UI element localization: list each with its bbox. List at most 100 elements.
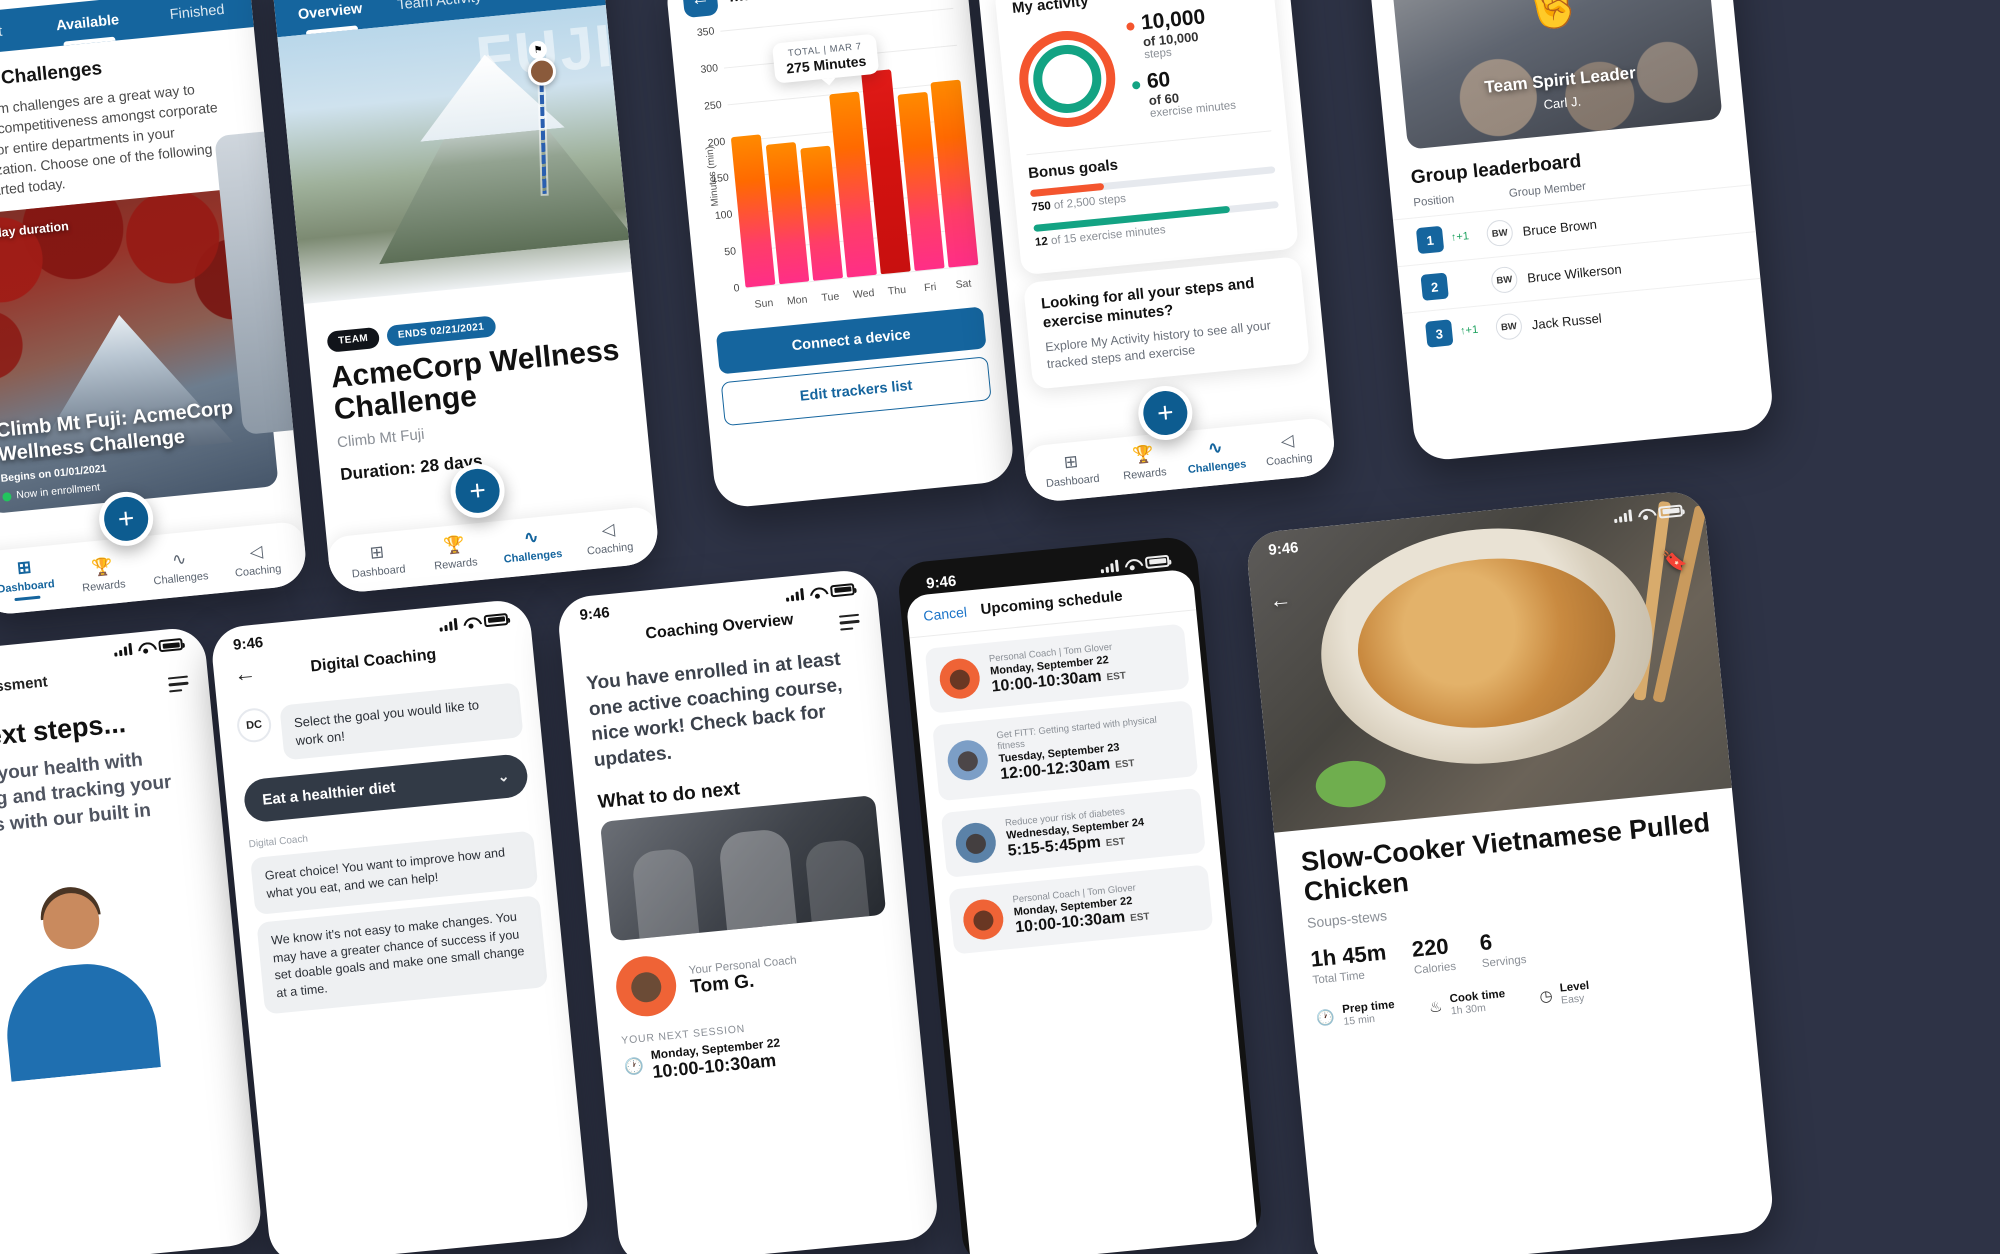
status-time: 9:46 [232,634,264,654]
person-shape [630,846,699,939]
illustration [0,862,224,1089]
x-axis-tick: Sat [955,277,972,291]
avatar [937,656,982,701]
activity-bar-chart: Minutes (min) 0 50 100 150 200 250 300 350 Sun M… [674,1,990,328]
menu-icon[interactable] [167,675,190,697]
avatar: BW [1490,265,1519,295]
trophy-icon: 🏆 [90,556,114,578]
status-icons [785,582,855,602]
flame-icon: ♨ [1428,998,1444,1017]
back-icon[interactable]: ← [681,0,719,19]
battery-icon [1658,503,1684,519]
person-shape [717,827,797,930]
tabbar-item-dashboard[interactable]: ⊞ Dashboard [1038,449,1105,490]
tabbar-item-coaching[interactable]: ◁ Coaching [1255,428,1322,469]
list-item[interactable]: Personal Coach | Tom Glover Monday, Sept… [924,623,1190,714]
metric-exercise: 60 of 60 exercise minutes [1131,63,1237,122]
tabbar-label: Challenges [1187,458,1247,477]
y-axis-tick: 300 [699,62,719,76]
torso-shape [0,957,161,1082]
trophy-icon: 🏆 [1131,444,1155,466]
tabbar-item-challenges[interactable]: ∿ Challenges [496,525,567,566]
coach-reply-2: We know it's not easy to make changes. Y… [256,895,549,1015]
schedule-sheet: Cancel Upcoming schedule Personal Coach … [905,568,1261,1254]
y-axis-tick: 250 [703,98,723,113]
avatar: DC [235,706,273,744]
tabbar-item-challenges[interactable]: ∿ Challenges [1183,435,1250,476]
rock-hand-icon: 🤘 [1518,0,1587,33]
section-body: Our team challenges are a great way to i… [0,81,229,202]
tabbar-item-rewards[interactable]: 🏆 Rewards [1110,442,1177,483]
back-icon[interactable]: ← [1268,586,1292,614]
activity-rings [1014,26,1120,132]
body-text: Improve your health with Coaching and tr… [0,749,173,844]
substat-level: ◷ Level Easy [1538,980,1591,1009]
column-position: Position [1412,193,1455,210]
chevron-down-icon: ⌄ [496,767,511,785]
tabbar-item-rewards[interactable]: 🏆 Rewards [67,554,138,595]
cancel-button[interactable]: Cancel [923,603,968,623]
menu-icon[interactable] [838,613,861,635]
gauge-icon: ◷ [1538,987,1554,1007]
avatar [945,738,990,783]
status-icons [1613,503,1684,523]
tabbar-item-coaching[interactable]: ◁ Coaching [573,517,644,558]
selected-goal-label: Eat a healthier diet [261,778,397,809]
fuji-hero-image: FUJI ⚑ [277,5,632,304]
y-axis-tick: 150 [710,172,730,186]
tabbar-item-dashboard[interactable]: ⊞ Dashboard [342,540,413,581]
schedule-title: Upcoming schedule [979,587,1124,619]
pulse-icon: ∿ [171,549,188,570]
status-time: 9:46 [1267,539,1300,559]
screen-coaching-overview: 9:46 Coaching Overview You have enrolled… [555,567,941,1254]
wifi-icon [809,586,825,599]
substat-prep-time: 🕐 Prep time 15 min [1315,999,1396,1031]
screen-leaderboard: Category leaderboard 🤘 Team Spirit Leade… [1364,0,1776,463]
tabbar-label: Challenges [503,547,563,566]
tabbar-label: Dashboard [351,563,407,581]
member-name: Jack Russel [1531,310,1603,332]
tabbar-item-challenges[interactable]: ∿ Challenges [144,547,215,588]
y-axis-tick: 350 [696,25,715,40]
bookmark-icon[interactable]: 🔖 [1661,547,1689,574]
tabbar-label: Challenges [153,570,210,588]
column-group-member: Group Member [1508,180,1587,200]
clock-icon: 🕐 [623,1057,645,1077]
y-axis-tick: 0 [733,282,741,295]
team-spirit-card[interactable]: 🤘 Team Spirit Leader Carl J. [1391,0,1723,150]
tabbar-label: Coaching [586,540,634,558]
screen-todays-goals: Today's goals My activity 10,000 of 10,0… [972,0,1338,504]
tabbar-item-rewards[interactable]: 🏆 Rewards [419,532,490,573]
member-name: Bruce Wilkerson [1526,260,1623,286]
pulse-icon: ∿ [1207,437,1224,458]
battery-icon [829,582,855,597]
promo-card[interactable]: Looking for all your steps and exercise … [1023,256,1311,390]
megaphone-icon: ◁ [1279,430,1295,451]
tabbar-label: Dashboard [0,578,56,596]
clock-icon: 🕐 [1315,1009,1336,1028]
list-item[interactable]: Reduce your risk of diabetes Wednesday, … [940,787,1206,878]
recipe-photo: 9:46 ← 🔖 [1244,489,1732,833]
list-item[interactable]: Get FITT: Getting started with physical … [932,700,1199,802]
status-dot-icon [2,491,12,502]
y-axis-tick: 200 [707,135,726,150]
bottom-tabbar: ⊞ Dashboard 🏆 Rewards ∿ Challenges ◁ Coachin… [326,505,661,595]
grid-icon: ⊞ [368,542,385,563]
list-item[interactable]: Personal Coach | Tom Glover Monday, Sept… [948,864,1214,955]
metrics-column: 10,000 of 10,000 steps 60 of 60 exercise… [1125,4,1237,131]
bottom-tabbar: ⊞ Dashboard 🏆 Rewards ∿ Challenges ◁ Coachin… [0,520,309,617]
pulse-icon: ∿ [523,527,540,548]
x-axis-tick: Wed [852,286,875,302]
back-icon[interactable]: ← [233,660,257,688]
y-axis-tick: 50 [723,245,737,259]
y-axis-tick: 100 [714,208,733,223]
tabbar-item-coaching[interactable]: ◁ Coaching [221,539,292,580]
megaphone-icon: ◁ [600,519,616,540]
tabbar-item-dashboard[interactable]: ⊞ Dashboard [0,555,61,603]
screen-challenge-detail: AcmeCorp... Overview Team Activity Leade… [269,0,661,595]
wifi-icon [137,641,153,654]
x-axis-tick: Tue [821,290,840,305]
battery-icon [483,612,509,627]
avatar [953,820,998,865]
substat-cook-time: ♨ Cook time 1h 30m [1428,988,1507,1019]
